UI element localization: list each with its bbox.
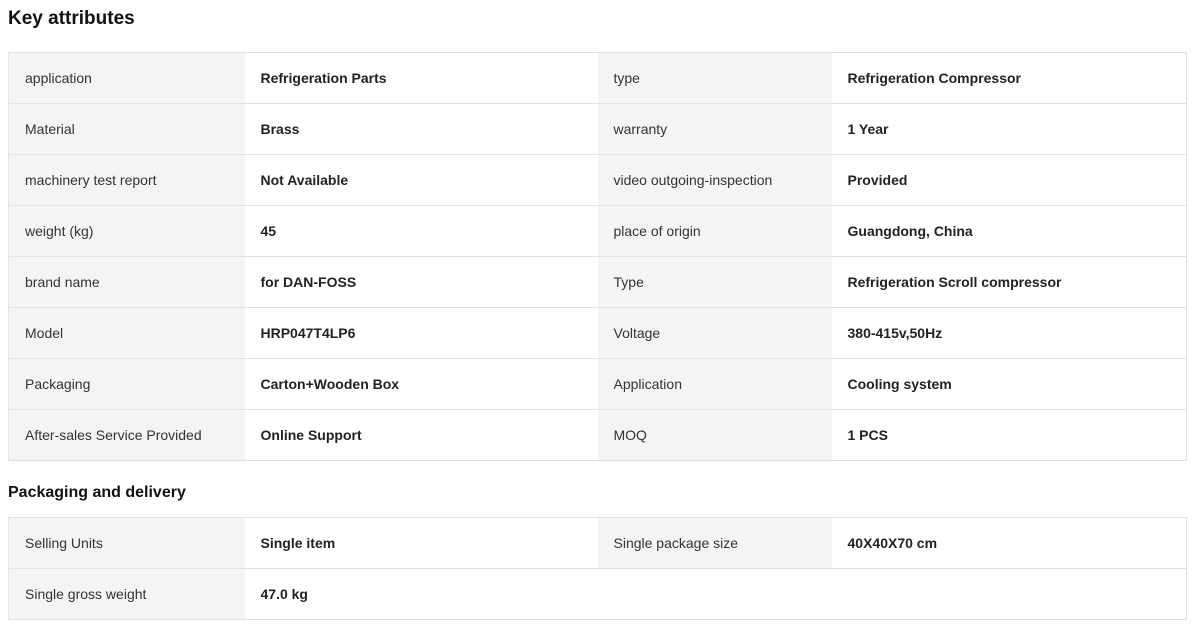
attribute-label: Type: [597, 256, 832, 308]
attribute-label: weight (kg): [8, 205, 245, 257]
attribute-value: HRP047T4LP6: [244, 307, 598, 359]
attribute-value: Online Support: [244, 409, 598, 461]
table-row: After-sales Service Provided Online Supp…: [8, 409, 1187, 461]
empty-cell: [831, 568, 1187, 620]
attribute-label: Single gross weight: [8, 568, 245, 620]
attribute-value: 1 PCS: [831, 409, 1187, 461]
attribute-label: warranty: [597, 103, 832, 155]
key-attributes-title: Key attributes: [8, 8, 135, 29]
attribute-value: Brass: [244, 103, 598, 155]
attribute-label: type: [597, 52, 832, 104]
attribute-label: place of origin: [597, 205, 832, 257]
key-attributes-table: application Refrigeration Parts type Ref…: [8, 52, 1187, 461]
attribute-label: machinery test report: [8, 154, 245, 206]
attribute-label: Selling Units: [8, 517, 245, 569]
attribute-value: Guangdong, China: [831, 205, 1187, 257]
attribute-value: Provided: [831, 154, 1187, 206]
attribute-value: Refrigeration Scroll compressor: [831, 256, 1187, 308]
table-row: Model HRP047T4LP6 Voltage 380-415v,50Hz: [8, 307, 1187, 359]
packaging-delivery-title: Packaging and delivery: [8, 484, 186, 501]
table-row: application Refrigeration Parts type Ref…: [8, 52, 1187, 104]
attribute-label: After-sales Service Provided: [8, 409, 245, 461]
attribute-label: Application: [597, 358, 832, 410]
attribute-value: Single item: [244, 517, 598, 569]
attribute-value: Not Available: [244, 154, 598, 206]
table-row: Packaging Carton+Wooden Box Application …: [8, 358, 1187, 410]
packaging-delivery-table: Selling Units Single item Single package…: [8, 517, 1187, 620]
attribute-label: Single package size: [597, 517, 832, 569]
attribute-label: Voltage: [597, 307, 832, 359]
product-attributes-page: Key attributes application Refrigeration…: [0, 0, 1193, 628]
attribute-label: MOQ: [597, 409, 832, 461]
attribute-value: 45: [244, 205, 598, 257]
attribute-label: application: [8, 52, 245, 104]
table-row: Selling Units Single item Single package…: [8, 517, 1187, 569]
attribute-label: video outgoing-inspection: [597, 154, 832, 206]
table-row: Single gross weight 47.0 kg: [8, 568, 1187, 620]
attribute-label: Material: [8, 103, 245, 155]
table-row: weight (kg) 45 place of origin Guangdong…: [8, 205, 1187, 257]
attribute-value: Cooling system: [831, 358, 1187, 410]
attribute-label: brand name: [8, 256, 245, 308]
attribute-value: Carton+Wooden Box: [244, 358, 598, 410]
table-row: Material Brass warranty 1 Year: [8, 103, 1187, 155]
attribute-value: for DAN-FOSS: [244, 256, 598, 308]
attribute-label: Model: [8, 307, 245, 359]
table-row: machinery test report Not Available vide…: [8, 154, 1187, 206]
attribute-value: Refrigeration Compressor: [831, 52, 1187, 104]
attribute-label: Packaging: [8, 358, 245, 410]
attribute-value: 380-415v,50Hz: [831, 307, 1187, 359]
attribute-value: 1 Year: [831, 103, 1187, 155]
empty-cell: [597, 568, 832, 620]
table-row: brand name for DAN-FOSS Type Refrigerati…: [8, 256, 1187, 308]
attribute-value: 40X40X70 cm: [831, 517, 1187, 569]
attribute-value: Refrigeration Parts: [244, 52, 598, 104]
attribute-value: 47.0 kg: [244, 568, 598, 620]
